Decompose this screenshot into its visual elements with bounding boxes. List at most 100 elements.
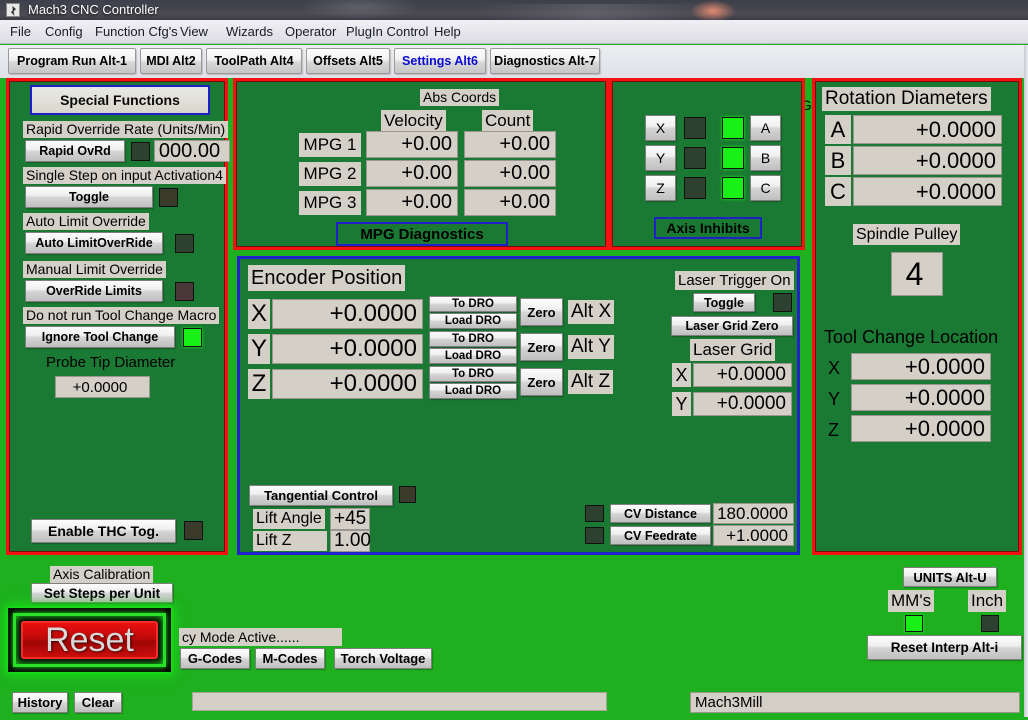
rotation-a-value[interactable]: +0.0000 xyxy=(853,115,1002,144)
enable-thc-led xyxy=(184,521,203,540)
mpg-diagnostics-button-label: MPG Diagnostics xyxy=(338,224,506,244)
reset-button[interactable]: Reset xyxy=(21,621,158,659)
mpg-diagnostics-button[interactable]: MPG Diagnostics xyxy=(336,222,508,246)
encoder-x-to-dro-button[interactable]: To DRO xyxy=(429,296,517,312)
mpg2-count[interactable]: +0.00 xyxy=(464,160,556,187)
mpg3-velocity[interactable]: +0.00 xyxy=(366,189,458,216)
probe-tip-diameter-value[interactable]: +0.0000 xyxy=(55,376,150,398)
spindle-pulley-value[interactable]: 4 xyxy=(891,252,943,296)
encoder-y-load-dro-button[interactable]: Load DRO xyxy=(429,348,517,364)
laser-grid-y-value[interactable]: +0.0000 xyxy=(693,392,792,416)
encoder-x-value[interactable]: +0.0000 xyxy=(272,299,423,329)
laser-toggle-button[interactable]: Toggle xyxy=(693,293,755,312)
menu-item-wizards[interactable]: Wizards xyxy=(224,24,275,39)
single-step-led xyxy=(159,188,178,207)
override-limits-led xyxy=(175,282,194,301)
message-field[interactable] xyxy=(192,692,607,711)
rapid-ovrd-button[interactable]: Rapid OvRd xyxy=(25,140,125,162)
tab-toolpath[interactable]: ToolPath Alt4 xyxy=(206,48,302,74)
abs-coords-label: Abs Coords xyxy=(420,89,499,106)
gcodes-button[interactable]: G-Codes xyxy=(180,648,250,669)
profile-name-field: Mach3Mill xyxy=(690,692,1020,713)
encoder-z-label: Z xyxy=(248,369,270,399)
units-button[interactable]: UNITS Alt-U xyxy=(903,567,997,587)
mm-units-led xyxy=(905,615,923,632)
laser-grid-zero-button[interactable]: Laser Grid Zero xyxy=(671,316,793,336)
title-bar-glow-left xyxy=(300,0,420,20)
auto-limit-override-led xyxy=(175,234,194,253)
axis-inhibit-x-led xyxy=(684,117,706,139)
override-limits-button[interactable]: OverRide Limits xyxy=(25,280,163,302)
tool-change-z-value[interactable]: +0.0000 xyxy=(851,415,991,442)
tangential-control-led xyxy=(399,486,416,503)
mpg-diagnostics-panel: Abs Coords Velocity Count MPG 1 +0.00 +0… xyxy=(233,78,609,250)
history-button[interactable]: History xyxy=(12,692,68,713)
axis-inhibit-y-led xyxy=(684,147,706,169)
encoder-z-value[interactable]: +0.0000 xyxy=(272,369,423,399)
menu-item-view[interactable]: View xyxy=(178,24,210,39)
menu-item-function-cfgs[interactable]: Function Cfg's xyxy=(93,24,180,39)
tool-change-x-value[interactable]: +0.0000 xyxy=(851,353,991,380)
mpg1-velocity[interactable]: +0.00 xyxy=(366,131,458,158)
tab-diagnostics[interactable]: Diagnostics Alt-7 xyxy=(490,48,600,74)
cv-distance-button[interactable]: CV Distance xyxy=(610,504,711,523)
axis-inhibit-z-button[interactable]: Z xyxy=(645,175,676,201)
encoder-z-zero-button[interactable]: Zero xyxy=(520,368,563,396)
mcodes-button[interactable]: M-Codes xyxy=(255,648,325,669)
torch-voltage-button[interactable]: Torch Voltage xyxy=(334,648,432,669)
cv-feedrate-button[interactable]: CV Feedrate xyxy=(610,526,711,545)
mpg2-velocity[interactable]: +0.00 xyxy=(366,160,458,187)
menu-item-config[interactable]: Config xyxy=(43,24,85,39)
single-step-toggle-button[interactable]: Toggle xyxy=(25,186,153,208)
window-title: Mach3 CNC Controller xyxy=(28,2,159,17)
encoder-x-zero-button[interactable]: Zero xyxy=(520,298,563,326)
set-steps-per-unit-button[interactable]: Set Steps per Unit xyxy=(31,583,173,603)
cv-feedrate-value[interactable]: +1.0000 xyxy=(713,525,794,546)
encoder-z-load-dro-button[interactable]: Load DRO xyxy=(429,383,517,399)
menu-item-operator[interactable]: Operator xyxy=(283,24,338,39)
encoder-y-to-dro-button[interactable]: To DRO xyxy=(429,331,517,347)
mpg1-label: MPG 1 xyxy=(299,133,361,157)
menu-item-help[interactable]: Help xyxy=(432,24,463,39)
clear-button[interactable]: Clear xyxy=(74,692,122,713)
axis-inhibit-b-button[interactable]: B xyxy=(750,145,781,171)
tangential-control-button[interactable]: Tangential Control xyxy=(249,485,393,506)
mpg1-count[interactable]: +0.00 xyxy=(464,131,556,158)
encoder-y-value[interactable]: +0.0000 xyxy=(272,334,423,364)
laser-grid-x-value[interactable]: +0.0000 xyxy=(693,363,792,387)
menu-item-plugin-control[interactable]: PlugIn Control xyxy=(344,24,430,39)
enable-thc-toggle-button[interactable]: Enable THC Tog. xyxy=(31,519,176,543)
axis-inhibit-a-led xyxy=(722,117,744,139)
axis-inhibit-x-button[interactable]: X xyxy=(645,115,676,141)
tab-settings[interactable]: Settings Alt6 xyxy=(394,48,486,74)
tab-mdi[interactable]: MDI Alt2 xyxy=(140,48,202,74)
tool-change-y-value[interactable]: +0.0000 xyxy=(851,384,991,411)
encoder-x-load-dro-button[interactable]: Load DRO xyxy=(429,313,517,329)
ignore-tool-change-button[interactable]: Ignore Tool Change xyxy=(25,326,175,348)
mpg-col-velocity-header: Velocity xyxy=(381,110,446,131)
axis-inhibit-a-button[interactable]: A xyxy=(750,115,781,141)
axis-inhibit-c-button[interactable]: C xyxy=(750,175,781,201)
rotation-b-value[interactable]: +0.0000 xyxy=(853,146,1002,175)
reset-interp-button[interactable]: Reset Interp Alt-i xyxy=(867,635,1022,660)
inch-units-led xyxy=(981,615,999,632)
menu-item-file[interactable]: File xyxy=(8,24,33,39)
rotation-c-value[interactable]: +0.0000 xyxy=(853,177,1002,206)
lift-angle-value[interactable]: +45 xyxy=(330,508,370,530)
tab-program-run[interactable]: Program Run Alt-1 xyxy=(8,48,136,74)
encoder-position-panel: Encoder Position X +0.0000 To DRO Load D… xyxy=(237,256,800,555)
lift-z-value[interactable]: 1.00 xyxy=(330,530,370,552)
mpg2-label: MPG 2 xyxy=(299,162,361,186)
axis-inhibit-z-led xyxy=(684,177,706,199)
tab-offsets[interactable]: Offsets Alt5 xyxy=(306,48,390,74)
encoder-z-to-dro-button[interactable]: To DRO xyxy=(429,366,517,382)
rapid-ovrd-value[interactable]: 000.00 xyxy=(154,140,230,162)
auto-limit-override-button[interactable]: Auto LimitOverRide xyxy=(25,232,163,254)
mpg3-count[interactable]: +0.00 xyxy=(464,189,556,216)
encoder-x-label: X xyxy=(248,299,270,329)
axis-inhibit-y-button[interactable]: Y xyxy=(645,145,676,171)
cv-distance-value[interactable]: 180.0000 xyxy=(713,503,794,524)
manual-limit-override-label: Manual Limit Override xyxy=(23,261,166,278)
single-step-label: Single Step on input Activation4 xyxy=(23,167,226,184)
encoder-y-zero-button[interactable]: Zero xyxy=(520,333,563,361)
